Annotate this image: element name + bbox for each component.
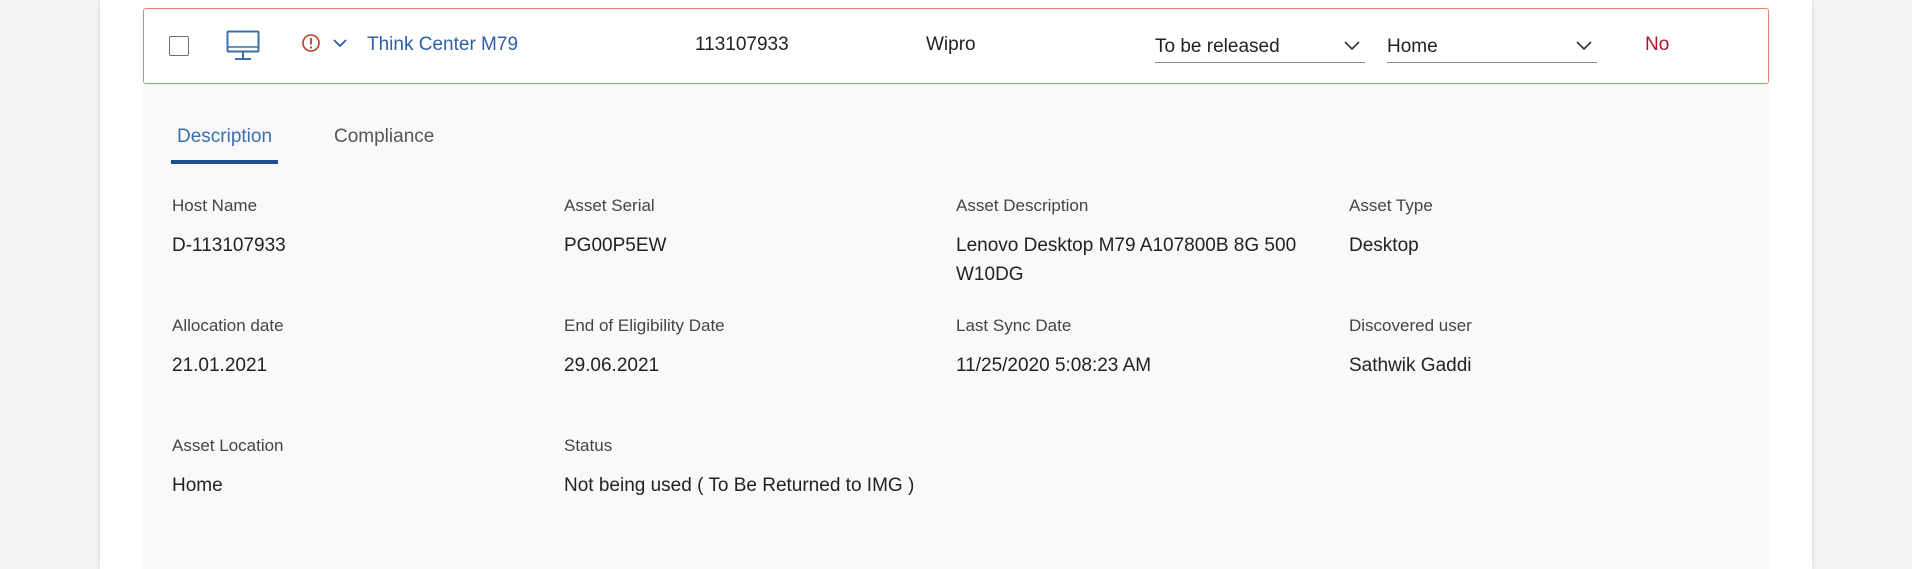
field-label: Last Sync Date [956, 316, 1072, 335]
field-value-line: Lenovo Desktop M79 A107800B 8G 500 [956, 235, 1297, 256]
field-label: Asset Type [1349, 196, 1433, 215]
tab-description[interactable]: Description [171, 126, 279, 164]
chevron-down-icon[interactable] [332, 35, 348, 51]
field-asset-type: Asset Type Desktop [1349, 196, 1433, 260]
asset-detail-panel: Description Compliance Host Name D-11310… [143, 84, 1769, 569]
field-status: Status Not being used ( To Be Returned t… [564, 436, 914, 500]
vendor-name: Wipro [926, 34, 976, 55]
asset-number: 113107933 [695, 34, 789, 55]
alert-icon [302, 34, 320, 52]
asset-name-link[interactable]: Think Center M79 [367, 34, 518, 56]
field-label: Discovered user [1349, 316, 1472, 335]
field-last-sync-date: Last Sync Date 11/25/2020 5:08:23 AM [956, 316, 1151, 380]
field-asset-serial: Asset Serial PG00P5EW [564, 196, 666, 260]
field-label: Asset Description [956, 196, 1089, 215]
field-asset-description: Asset Description Lenovo Desktop M79 A10… [956, 196, 1296, 289]
field-label: Asset Serial [564, 196, 655, 215]
field-value: Sathwik Gaddi [1349, 355, 1472, 376]
field-end-of-eligibility: End of Eligibility Date 29.06.2021 [564, 316, 725, 380]
asset-row[interactable]: Think Center M79 113107933 Wipro To be r… [143, 8, 1769, 84]
status-select[interactable]: To be released [1155, 31, 1365, 63]
field-allocation-date: Allocation date 21.01.2021 [172, 316, 284, 380]
field-label: Allocation date [172, 316, 284, 335]
field-value: 21.01.2021 [172, 355, 268, 376]
field-label: End of Eligibility Date [564, 316, 725, 335]
field-value: PG00P5EW [564, 235, 667, 256]
chevron-down-icon [1344, 41, 1360, 51]
field-label: Asset Location [172, 436, 284, 455]
field-label: Host Name [172, 196, 258, 215]
field-asset-location: Asset Location Home [172, 436, 284, 500]
flag-value: No [1645, 34, 1670, 55]
location-select-value: Home [1387, 36, 1438, 57]
status-select-value: To be released [1155, 36, 1280, 57]
field-value: Lenovo Desktop M79 A107800B 8G 500 W10DG [956, 231, 1296, 289]
field-value: Not being used ( To Be Returned to IMG ) [564, 475, 915, 496]
field-discovered-user: Discovered user Sathwik Gaddi [1349, 316, 1472, 380]
field-value: Desktop [1349, 235, 1419, 256]
monitor-icon [226, 30, 260, 60]
field-value: 11/25/2020 5:08:23 AM [956, 355, 1152, 376]
field-value: 29.06.2021 [564, 355, 660, 376]
field-host-name: Host Name D-113107933 [172, 196, 286, 260]
location-select[interactable]: Home [1387, 31, 1597, 63]
chevron-down-icon [1576, 41, 1592, 51]
tab-compliance[interactable]: Compliance [334, 126, 434, 148]
row-checkbox[interactable] [169, 36, 189, 56]
field-label: Status [564, 436, 613, 455]
field-value: Home [172, 475, 223, 496]
field-value-line: W10DG [956, 264, 1024, 285]
field-value: D-113107933 [172, 235, 286, 256]
